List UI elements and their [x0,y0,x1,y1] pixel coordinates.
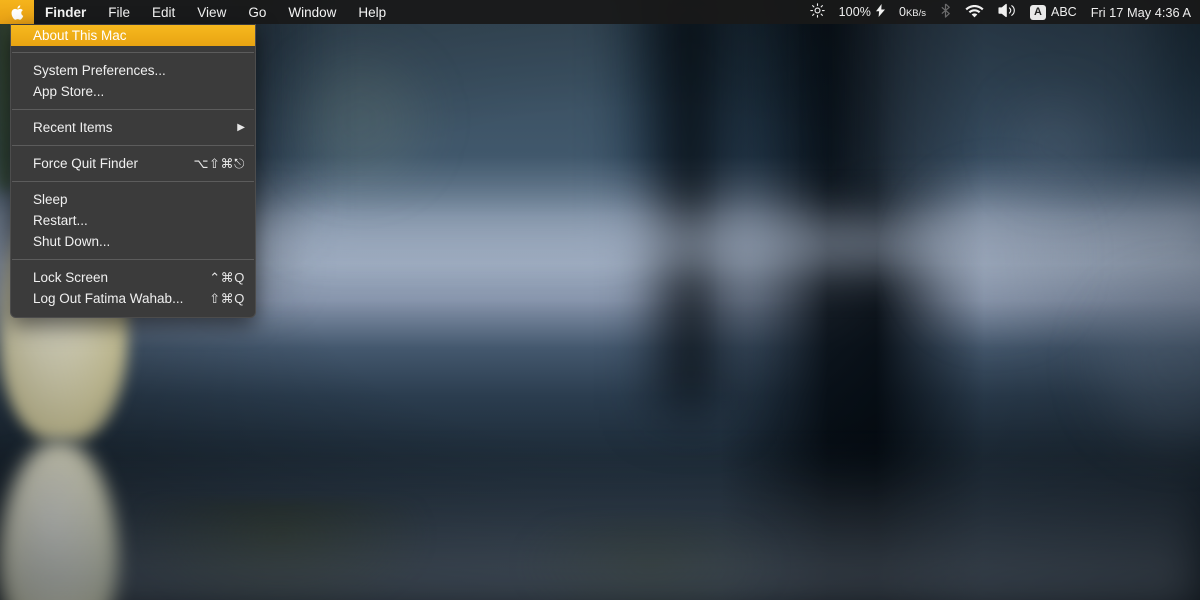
menu-item-label: Sleep [33,192,68,207]
apple-menu-group-power: Sleep Restart... Shut Down... [11,186,255,255]
speaker-volume-icon [998,3,1016,21]
menu-bar-app-menus: Finder File Edit View Go Window Help [0,0,397,24]
menu-item-recent-items[interactable]: Recent Items ▶ [11,117,255,138]
menu-item-lock-screen[interactable]: Lock Screen ⌃⌘Q [11,267,255,288]
clock-status-item[interactable]: Fri 17 May 4:36 A [1084,0,1198,24]
brightness-status-item[interactable] [803,0,832,24]
menu-item-about-this-mac[interactable]: About This Mac [11,25,255,46]
menu-item-shortcut: ⌥⇧⌘⎋ [193,155,245,171]
menu-item-label: System Preferences... [33,63,166,78]
menu-item-shortcut: ⇧⌘Q [209,290,245,306]
brightness-sun-icon [809,3,825,21]
network-speed-unit: KB/s [905,8,926,19]
menu-bar: Finder File Edit View Go Window Help 100… [0,0,1200,24]
menu-bar-item-finder[interactable]: Finder [34,0,97,24]
menu-separator [12,52,254,53]
battery-percent-label: 100% [838,5,871,19]
menu-item-system-preferences[interactable]: System Preferences... [11,60,255,81]
apple-menu-group-preferences: System Preferences... App Store... [11,57,255,105]
lightning-bolt-icon [875,4,885,20]
wifi-status-item[interactable] [958,0,991,24]
wifi-icon [965,4,984,21]
menu-bar-item-view[interactable]: View [186,0,237,24]
menu-item-label: Restart... [33,213,88,228]
menu-item-log-out[interactable]: Log Out Fatima Wahab... ⇧⌘Q [11,288,255,309]
menu-item-shut-down[interactable]: Shut Down... [11,231,255,252]
apple-menu-button[interactable] [0,0,34,24]
menu-separator [12,181,254,182]
menu-item-label: Log Out Fatima Wahab... [33,291,184,306]
menu-bar-item-window[interactable]: Window [277,0,347,24]
menu-separator [12,109,254,110]
menu-bar-status-items: 100% 0KB/s A ABC Fri 17 May 4:36 A [803,0,1200,24]
network-speed-status-item[interactable]: 0KB/s [892,0,933,24]
bluetooth-icon [940,3,951,21]
menu-item-app-store[interactable]: App Store... [11,81,255,102]
menu-item-label: Lock Screen [33,270,109,285]
menu-bar-item-help[interactable]: Help [347,0,397,24]
apple-menu-group-about: About This Mac [11,24,255,48]
menu-item-label: Force Quit Finder [33,156,139,171]
clock-label: Fri 17 May 4:36 A [1090,4,1191,20]
menu-item-label: App Store... [33,84,105,99]
apple-menu-group-force-quit: Force Quit Finder ⌥⇧⌘⎋ [11,150,255,177]
menu-item-force-quit-finder[interactable]: Force Quit Finder ⌥⇧⌘⎋ [11,153,255,174]
menu-item-sleep[interactable]: Sleep [11,189,255,210]
menu-item-label: Shut Down... [33,234,111,249]
apple-menu-group-session: Lock Screen ⌃⌘Q Log Out Fatima Wahab... … [11,264,255,312]
menu-item-label: Recent Items [33,120,113,135]
input-source-label: ABC [1051,5,1077,19]
menu-bar-item-edit[interactable]: Edit [141,0,186,24]
menu-separator [12,145,254,146]
apple-logo-icon [11,4,24,20]
apple-menu-group-recent: Recent Items ▶ [11,114,255,141]
submenu-arrow-icon: ▶ [237,122,245,133]
volume-status-item[interactable] [991,0,1023,24]
battery-status-item[interactable]: 100% [832,0,892,24]
input-source-badge-icon: A [1030,4,1046,20]
menu-separator [12,259,254,260]
network-speed-number: 0 [898,5,906,19]
menu-bar-item-go[interactable]: Go [237,0,277,24]
menu-item-shortcut: ⌃⌘Q [209,269,245,285]
bluetooth-status-item[interactable] [933,0,958,24]
menu-item-restart[interactable]: Restart... [11,210,255,231]
network-speed-value: 0KB/s [899,5,926,19]
menu-bar-item-file[interactable]: File [97,0,141,24]
input-source-status-item[interactable]: A ABC [1023,0,1084,24]
apple-menu-dropdown: About This Mac System Preferences... App… [10,24,256,318]
menu-item-label: About This Mac [33,28,127,43]
